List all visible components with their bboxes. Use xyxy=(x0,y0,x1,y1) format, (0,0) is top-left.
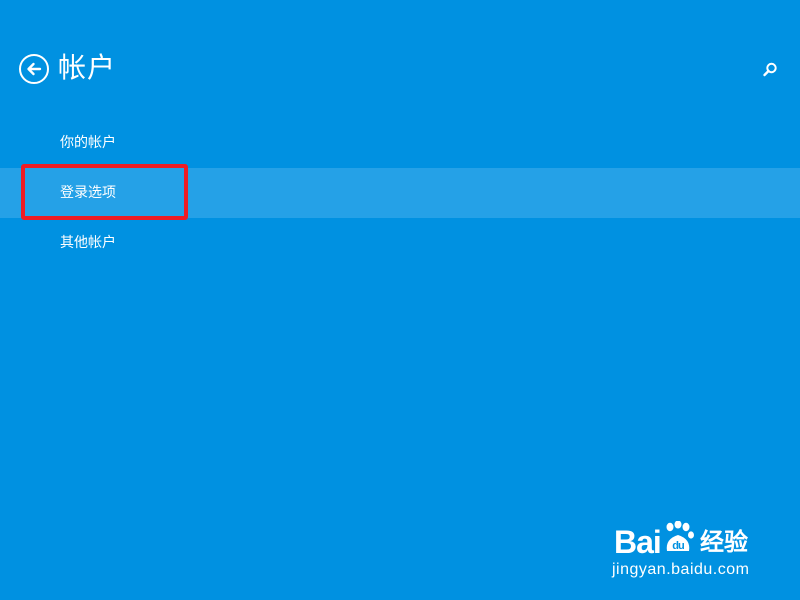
paw-icon: du xyxy=(661,520,695,552)
nav-item-other-accounts[interactable]: 其他帐户 xyxy=(0,218,800,268)
header: 帐户 xyxy=(0,0,800,120)
nav-item-label: 你的帐户 xyxy=(60,135,116,151)
settings-nav: 你的帐户 登录选项 其他帐户 xyxy=(0,118,800,268)
search-icon xyxy=(763,62,777,77)
back-arrow-icon xyxy=(27,62,42,76)
nav-item-your-account[interactable]: 你的帐户 xyxy=(0,118,800,168)
baidu-jingyan-watermark: Bai du 经验 jingyan.baidu.com xyxy=(612,513,782,585)
nav-item-sign-in-options[interactable]: 登录选项 xyxy=(0,168,800,218)
watermark-brand: Bai du xyxy=(614,520,695,562)
page-title: 帐户 xyxy=(58,51,117,84)
back-button[interactable] xyxy=(19,54,49,84)
nav-item-label: 其他帐户 xyxy=(60,235,116,251)
svg-text:du: du xyxy=(672,540,684,552)
watermark-suffix: 经验 xyxy=(700,528,748,556)
nav-item-label: 登录选项 xyxy=(60,185,116,201)
search-button[interactable] xyxy=(761,61,779,79)
watermark-url: jingyan.baidu.com xyxy=(612,561,750,578)
